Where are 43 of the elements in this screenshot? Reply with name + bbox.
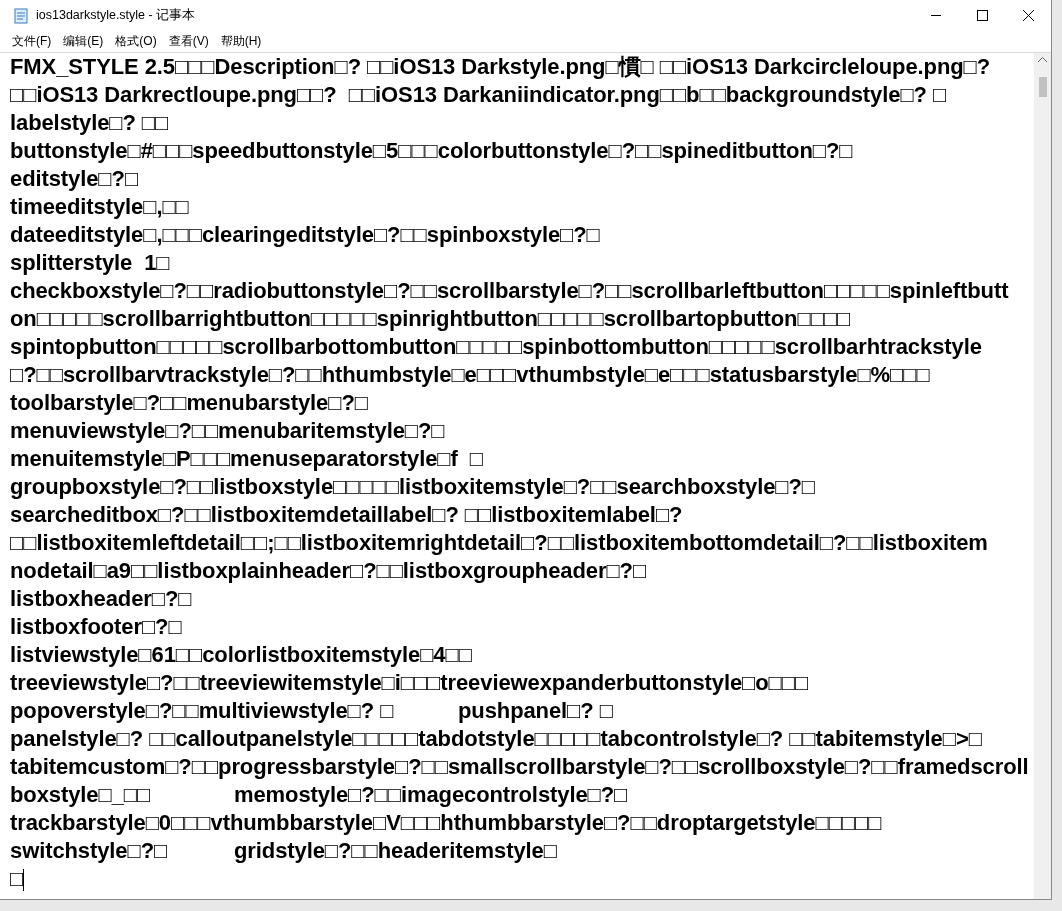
maximize-icon[interactable]: [976, 10, 988, 21]
menu-item[interactable]: 查看(V): [162, 32, 215, 50]
text-line: □?□□scrollbarvtrackstyle□?□□hthumbstyle□e□□□vthumbstyle□e□□□statusbarstyle□%□□□: [10, 361, 930, 389]
text-line: listboxfooter□?□: [10, 613, 182, 641]
text-caret: [23, 869, 25, 892]
text-line: buttonstyle□#□□□speedbuttonstyle□5□□□colorbuttonstyle□?□□spineditbutton□?□: [10, 137, 853, 165]
text-line: popoverstyle□?□□multiviewstyle□? □ pushpanel□? □: [10, 697, 613, 725]
text-line: boxstyle□_□□ memostyle□?□□imagecontrolstyle□?□: [10, 781, 628, 809]
window-title: ios13darkstyle.style - 记事本: [36, 7, 197, 24]
text-line: searcheditbox□?□□listboxitemdetaillabel□? □□listboxitemlabel□?: [10, 501, 683, 529]
text-line: spintopbutton□□□□□scrollbarbottombutton□□□□□spinbottombutton□□□□□scrollbarhtrackstyle: [10, 333, 982, 361]
text-line: switchstyle□?□ gridstyle□?□□headeritemstyle□: [10, 837, 557, 865]
text-line: checkboxstyle□?□□radiobuttonstyle□?□□scrollbarstyle□?□□scrollbarleftbutton□□□□□spinleftbutt: [10, 277, 1009, 305]
text-line: toolbarstyle□?□□menubarstyle□?□: [10, 389, 368, 417]
text-line: FMX_STYLE 2.5□□□Description□? □□iOS13 Darkstyle.png□慣□ □□iOS13 Darkcircleloupe.png□?: [10, 53, 991, 81]
text-line: splitterstyle 1□: [10, 249, 170, 277]
text-line: on□□□□□scrollbarrightbutton□□□□□spinrightbutton□□□□□scrollbartopbutton□□□□: [10, 305, 851, 333]
text-line: treeviewstyle□?□□treeviewitemstyle□i□□□treeviewexpanderbuttonstyle□o□□□: [10, 669, 809, 697]
text-line: listboxheader□?□: [10, 585, 192, 613]
scroll-up-icon[interactable]: [1038, 57, 1047, 63]
text-line: nodetail□a9□□listboxplainheader□?□□listboxgroupheader□?□: [10, 557, 647, 585]
scroll-thumb[interactable]: [1038, 77, 1047, 97]
menu-item[interactable]: 格式(O): [109, 32, 163, 50]
text-line: groupboxstyle□?□□listboxstyle□□□□□listboxitemstyle□?□□searchboxstyle□?□: [10, 473, 816, 501]
text-line: editstyle□?□: [10, 165, 139, 193]
text-line: dateeditstyle□,□□□clearingeditstyle□?□□spinboxstyle□?□: [10, 221, 600, 249]
text-line: □: [10, 865, 25, 893]
close-icon[interactable]: [1022, 10, 1034, 21]
text-line: listviewstyle□61□□colorlistboxitemstyle□4□□: [10, 641, 472, 669]
text-line: □□listboxitemleftdetail□□;□□listboxitemrightdetail□?□□listboxitembottomdetail□?□□listboxitem: [10, 529, 988, 557]
text-line: tabitemcustom□?□□progressbarstyle□?□□smallscrollbarstyle□?□□scrollboxstyle□?□□framedscroll: [10, 753, 1029, 781]
text-line: labelstyle□? □□: [10, 109, 169, 137]
text-line: menuitemstyle□P□□□menuseparatorstyle□f □: [10, 445, 483, 473]
text-line: □□iOS13 Darkrectloupe.png□□? □□iOS13 Darkaniindicator.png□□b□□backgroundstyle□? □: [10, 81, 947, 109]
scrollbar[interactable]: [1034, 53, 1051, 899]
text-line: panelstyle□? □□calloutpanelstyle□□□□□tabdotstyle□□□□□tabcontrolstyle□? □□tabitemstyle□>□: [10, 725, 982, 753]
text-line: timeeditstyle□,□□: [10, 193, 189, 221]
text-line: trackbarstyle□0□□□vthumbbarstyle□V□□□hthumbbarstyle□?□□droptargetstyle□□□□□: [10, 809, 882, 837]
menu-item[interactable]: 帮助(H): [214, 32, 268, 50]
text-line: menuviewstyle□?□□menubaritemstyle□?□: [10, 417, 445, 445]
menu-item[interactable]: 编辑(E): [57, 32, 110, 50]
notepad-icon: [14, 7, 28, 24]
menu-item[interactable]: 文件(F): [6, 32, 58, 50]
